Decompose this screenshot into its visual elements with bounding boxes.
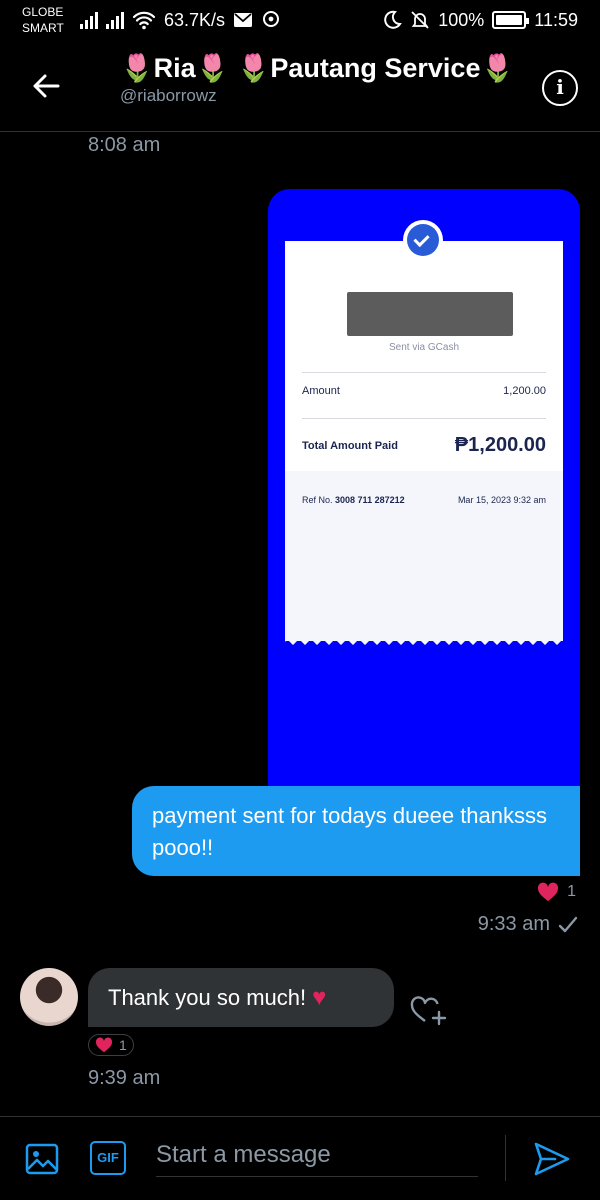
- signal-icon: [106, 11, 124, 29]
- incoming-reaction[interactable]: 1: [88, 1034, 134, 1056]
- image-icon[interactable]: [24, 1141, 60, 1177]
- media-message[interactable]: Sent via GCash Amount 1,200.00 Total Amo…: [268, 189, 580, 789]
- heart-emoji: ♥: [312, 983, 327, 1011]
- redacted-name: [347, 292, 513, 336]
- message-timestamp: 9:39 am: [88, 1067, 161, 1089]
- gif-icon[interactable]: GIF: [90, 1141, 126, 1175]
- sent-via-label: Sent via GCash: [388, 342, 460, 353]
- checkmark-icon: [403, 220, 443, 260]
- reaction-count: 1: [119, 1037, 127, 1053]
- moon-icon: [384, 10, 403, 29]
- divider: [302, 418, 546, 419]
- heart-icon: [538, 882, 559, 902]
- message-input[interactable]: [156, 1133, 478, 1177]
- outgoing-reaction[interactable]: 1: [537, 882, 576, 902]
- total-row: Total Amount Paid ₱1,200.00: [302, 434, 546, 456]
- send-icon[interactable]: [532, 1139, 572, 1179]
- conversation-header: 🌷Ria🌷 🌷Pautang Service🌷 @riaborrowz i: [0, 42, 600, 132]
- network-speed: 63.7K/s: [164, 9, 226, 30]
- clock: 11:59: [534, 9, 578, 30]
- conversation-title-block[interactable]: 🌷Ria🌷 🌷Pautang Service🌷 @riaborrowz: [120, 52, 520, 106]
- location-icon: [263, 11, 280, 27]
- receipt-torn-edge: [285, 636, 563, 645]
- outgoing-message-bubble[interactable]: payment sent for todays dueee thanksss p…: [132, 786, 580, 876]
- wifi-icon: [132, 11, 156, 30]
- checkmark-icon: [558, 916, 578, 932]
- divider: [302, 372, 546, 373]
- amount-row: Amount 1,200.00: [302, 385, 546, 397]
- reference-number: Ref No. 3008 711 287212: [302, 495, 405, 505]
- avatar[interactable]: [20, 968, 78, 1026]
- info-icon[interactable]: i: [542, 70, 578, 106]
- receipt-date: Mar 15, 2023 9:32 am: [457, 495, 546, 505]
- reaction-count: 1: [567, 883, 576, 900]
- battery-icon: [492, 11, 530, 29]
- status-bar: GLOBE SMART 63.7K/s 100% 11:59: [0, 0, 600, 42]
- signal-icon: [80, 11, 98, 29]
- message-timestamp: 9:33 am: [477, 913, 550, 935]
- mute-bell-icon: [411, 11, 429, 29]
- mail-icon: [234, 13, 253, 27]
- carrier-label: GLOBE SMART: [22, 5, 64, 35]
- incoming-message-bubble[interactable]: Thank you so much! ♥: [88, 968, 394, 1027]
- payment-receipt: Sent via GCash Amount 1,200.00 Total Amo…: [285, 241, 563, 641]
- conversation-handle: @riaborrowz: [120, 86, 217, 105]
- back-arrow-icon[interactable]: [28, 68, 64, 104]
- receipt-footer: Ref No. 3008 711 287212 Mar 15, 2023 9:3…: [285, 471, 563, 641]
- add-reaction-icon[interactable]: [408, 990, 448, 1026]
- divider: [505, 1135, 506, 1181]
- message-composer: GIF: [0, 1116, 600, 1200]
- outgoing-message-meta: 9:33 am: [478, 913, 578, 936]
- conversation-title: 🌷Ria🌷 🌷Pautang Service🌷: [120, 53, 515, 83]
- incoming-message-text: Thank you so much!: [108, 984, 307, 1010]
- battery-percent: 100%: [438, 9, 485, 30]
- heart-icon: [95, 1037, 113, 1053]
- message-timestamp: 8:08 am: [88, 134, 161, 156]
